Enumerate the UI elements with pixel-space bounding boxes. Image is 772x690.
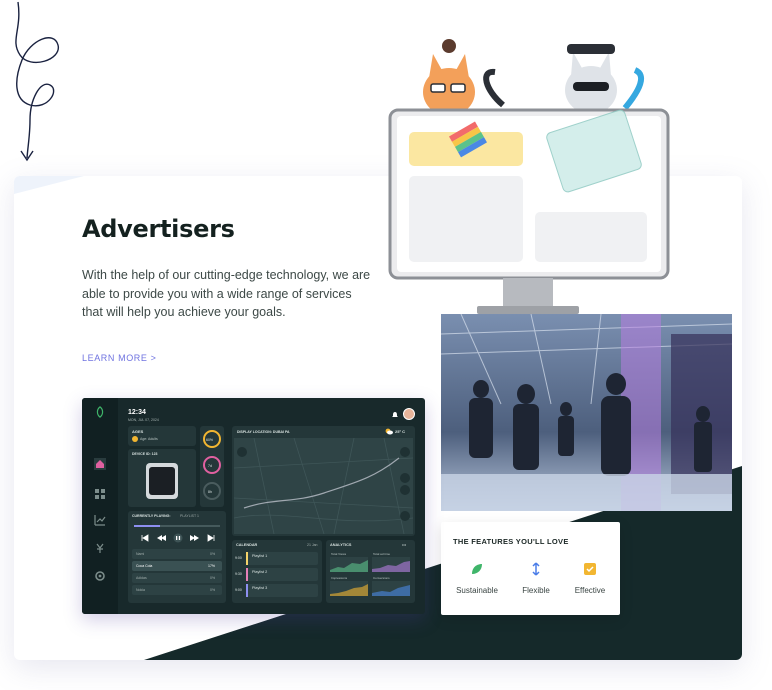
map-view[interactable] (234, 438, 413, 534)
monitor-illustration (388, 39, 670, 314)
ages-label: AGES (132, 429, 144, 434)
track-percent: 0% (210, 552, 216, 556)
playlist-time: 9:00 (235, 556, 242, 560)
chart-icon[interactable] (94, 514, 106, 526)
weather-icon (385, 428, 393, 435)
dashboard-sidebar (82, 398, 118, 614)
playlist-time: 9:30 (235, 572, 242, 576)
stats-panel: 60% 7d 8h (200, 426, 224, 507)
logo-icon (96, 406, 104, 418)
dashboard-date: MON, JUL 07, 2024 (128, 418, 159, 422)
feature-sustainable: Sustainable (450, 562, 504, 595)
sparkline (330, 557, 368, 572)
dashboard-time: 12:34 (128, 409, 146, 416)
progress-track[interactable] (134, 525, 220, 527)
features-title: THE FEATURES YOU'LL LOVE (453, 537, 569, 546)
analytics-metric: Impressions (331, 576, 348, 580)
sparkline (372, 581, 410, 596)
track-name: Coca Cola (136, 564, 153, 568)
hero-description: With the help of our cutting-edge techno… (82, 268, 371, 319)
calendar-date: 21 Jan (307, 543, 318, 547)
device-label: DEVICE ID: 123 (132, 452, 158, 456)
check-box-icon (584, 563, 596, 575)
grid-icon[interactable] (94, 488, 106, 500)
bell-icon[interactable] (391, 411, 399, 419)
home-icon[interactable] (94, 458, 106, 470)
track-row[interactable]: Coca Cola 17% (132, 561, 222, 571)
analytics-metric: Total Views (331, 552, 347, 556)
playback-controls[interactable] (138, 533, 218, 543)
weather-value: 25° C (395, 429, 406, 434)
calendar-label: CALENDAR (236, 543, 258, 547)
leaf-icon (472, 564, 482, 574)
features-card: THE FEATURES YOU'LL LOVE Sustainable Fle… (441, 522, 620, 615)
feature-effective: Effective (563, 562, 617, 595)
gear-icon[interactable] (94, 570, 106, 582)
feature-flexible: Flexible (509, 562, 563, 595)
track-row[interactable]: Adidas 0% (132, 573, 222, 583)
age-icon (132, 436, 138, 442)
stat-ring (203, 482, 221, 500)
feature-label: Sustainable (456, 586, 498, 595)
playlist-item[interactable]: Playlist 2 (246, 568, 318, 581)
track-row[interactable]: Nokia 0% (132, 585, 222, 595)
vertical-arrows-icon (532, 562, 540, 576)
playlist-name: Playlist 2 (252, 570, 268, 574)
feature-label: Flexible (522, 586, 550, 595)
playlist-time: 9:00 (235, 588, 242, 592)
stat-value: 8h (208, 490, 212, 494)
currency-icon[interactable] (94, 542, 106, 554)
squiggle-arrow-icon (15, 1, 59, 162)
analytics-label: ANALYTICS (330, 543, 352, 547)
playlist-name: Playlist 1 (252, 554, 268, 558)
feature-label: Effective (574, 586, 606, 595)
ages-panel: AGES Age: Adults (128, 426, 196, 446)
analytics-metric: Total ad time (373, 552, 391, 556)
map-panel: DISPLAY LOCATION: DUBAI PA 25° C (232, 426, 415, 536)
track-name: Nami (136, 552, 145, 556)
stat-value: 60% (206, 438, 214, 442)
track-percent: 0% (210, 588, 216, 592)
playlist-name: Playlist 3 (252, 586, 268, 590)
avatar[interactable] (403, 408, 415, 420)
analytics-metric: Conversions (373, 576, 390, 580)
stat-ring (203, 456, 221, 474)
playlist-item[interactable]: Playlist 1 (246, 552, 318, 565)
now-playing-label: CURRENTLY PLAYING: (132, 514, 171, 518)
now-playing-panel: CURRENTLY PLAYING: PLAYLIST 1 Nami 0% Co… (128, 511, 226, 603)
sparkline (372, 557, 410, 572)
track-row[interactable]: Nami 0% (132, 549, 222, 559)
now-playing-value: PLAYLIST 1 (180, 514, 199, 518)
device-image (146, 463, 178, 499)
dashboard-preview: 12:34 MON, JUL 07, 2024 AGES Age: Adults… (82, 398, 425, 614)
playlist-item[interactable]: Playlist 3 (246, 584, 318, 597)
map-label: DISPLAY LOCATION: DUBAI PA (237, 430, 290, 434)
track-percent: 0% (210, 576, 216, 580)
expo-hall-photo (441, 314, 732, 511)
stat-value: 7d (208, 464, 212, 468)
track-percent: 17% (208, 564, 216, 568)
device-panel: DEVICE ID: 123 (128, 449, 196, 507)
track-name: Nokia (136, 588, 145, 592)
sparkline (330, 581, 368, 596)
calendar-panel: CALENDAR 21 Jan 9:00 Playlist 1 9:30 Pla… (232, 540, 322, 603)
page-title: Advertisers (82, 215, 235, 243)
learn-more-link[interactable]: LEARN MORE > (82, 353, 156, 363)
analytics-panel: ANALYTICS ••• Total Views Total ad time … (326, 540, 415, 603)
track-name: Adidas (136, 576, 147, 580)
more-icon[interactable]: ••• (402, 542, 406, 547)
age-value: Age: Adults (140, 437, 158, 441)
